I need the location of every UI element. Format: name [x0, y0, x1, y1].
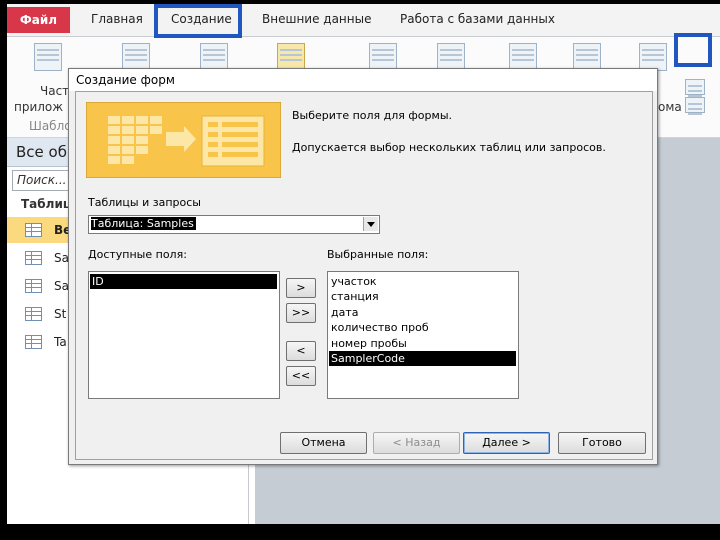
ribbon-label-parts: Част — [40, 84, 70, 98]
intro-text-2: Допускается выбор нескольких таблиц или … — [292, 141, 606, 154]
table-icon — [25, 251, 42, 265]
form-icon[interactable] — [509, 43, 537, 71]
list-item[interactable]: количество проб — [329, 320, 516, 335]
table-icon[interactable] — [122, 43, 150, 71]
dialog-titlebar: Создание форм — [69, 69, 657, 91]
available-fields-list[interactable]: ID — [88, 271, 280, 399]
remove-all-fields-button[interactable]: << — [286, 366, 316, 386]
query-design-icon[interactable] — [437, 43, 465, 71]
navigation-icon[interactable] — [685, 97, 705, 113]
nav-item-label: Sa — [54, 251, 69, 265]
list-item[interactable]: участок — [329, 274, 516, 289]
back-button[interactable]: < Назад — [373, 432, 460, 454]
ribbon-label-forms: ома — [658, 100, 682, 114]
remove-field-button[interactable]: < — [286, 341, 316, 361]
dialog-body: Выберите поля для формы. Допускается выб… — [75, 91, 653, 460]
more-forms-icon[interactable] — [685, 79, 705, 95]
table-icon — [25, 335, 42, 349]
ribbon-label-apps: прилож — [14, 100, 64, 114]
cancel-button[interactable]: Отмена — [280, 432, 367, 454]
tables-queries-select[interactable]: Таблица: Samples — [88, 215, 380, 234]
highlight-form-wizard — [674, 33, 712, 67]
tab-database-tools[interactable]: Работа с базами данных — [400, 12, 555, 26]
form-design-icon[interactable] — [573, 43, 601, 71]
move-field-button[interactable]: > — [286, 278, 316, 298]
next-button[interactable]: Далее > — [463, 432, 550, 454]
list-item[interactable]: ID — [90, 274, 277, 289]
sharepoint-lists-icon[interactable] — [277, 43, 305, 71]
form-wizard-illustration-icon — [86, 102, 281, 178]
table-icon — [25, 307, 42, 321]
highlight-create-tab — [154, 4, 242, 38]
nav-item-label: Sa — [54, 279, 69, 293]
tab-home[interactable]: Главная — [91, 12, 143, 26]
form-wizard-dialog: Создание форм Выберите поля для формы. Д… — [68, 68, 658, 465]
tab-file[interactable]: Файл — [7, 7, 70, 33]
tab-external-data[interactable]: Внешние данные — [262, 12, 371, 26]
report-icon[interactable] — [639, 43, 667, 71]
table-icon — [25, 279, 42, 293]
list-item[interactable]: номер пробы — [329, 336, 516, 351]
nav-item-label: St — [54, 307, 67, 321]
tables-queries-value: Таблица: Samples — [91, 217, 196, 230]
available-fields-label: Доступные поля: — [88, 248, 187, 261]
query-wizard-icon[interactable] — [369, 43, 397, 71]
ribbon-group-templates: Шабло — [29, 119, 72, 133]
nav-item-label: Ta — [54, 335, 67, 349]
dialog-title: Создание форм — [76, 73, 175, 87]
move-all-fields-button[interactable]: >> — [286, 303, 316, 323]
list-item[interactable]: дата — [329, 305, 516, 320]
selected-fields-list[interactable]: участок станция дата количество проб ном… — [327, 271, 519, 399]
intro-text-1: Выберите поля для формы. — [292, 109, 452, 122]
chevron-down-icon[interactable] — [363, 217, 378, 231]
nav-pane-title: Все об — [16, 143, 67, 161]
selected-fields-label: Выбранные поля: — [327, 248, 429, 261]
table-icon — [25, 223, 42, 237]
ribbon-tab-bar: Файл Главная Создание Внешние данные Раб… — [7, 4, 720, 37]
finish-button[interactable]: Готово — [558, 432, 646, 454]
table-design-icon[interactable] — [200, 43, 228, 71]
list-item[interactable]: SamplerCode — [329, 351, 516, 366]
application-parts-icon[interactable] — [34, 43, 62, 71]
list-item[interactable]: станция — [329, 289, 516, 304]
tables-queries-label: Таблицы и запросы — [88, 196, 201, 209]
nav-group-tables[interactable]: Таблиц — [21, 197, 72, 211]
